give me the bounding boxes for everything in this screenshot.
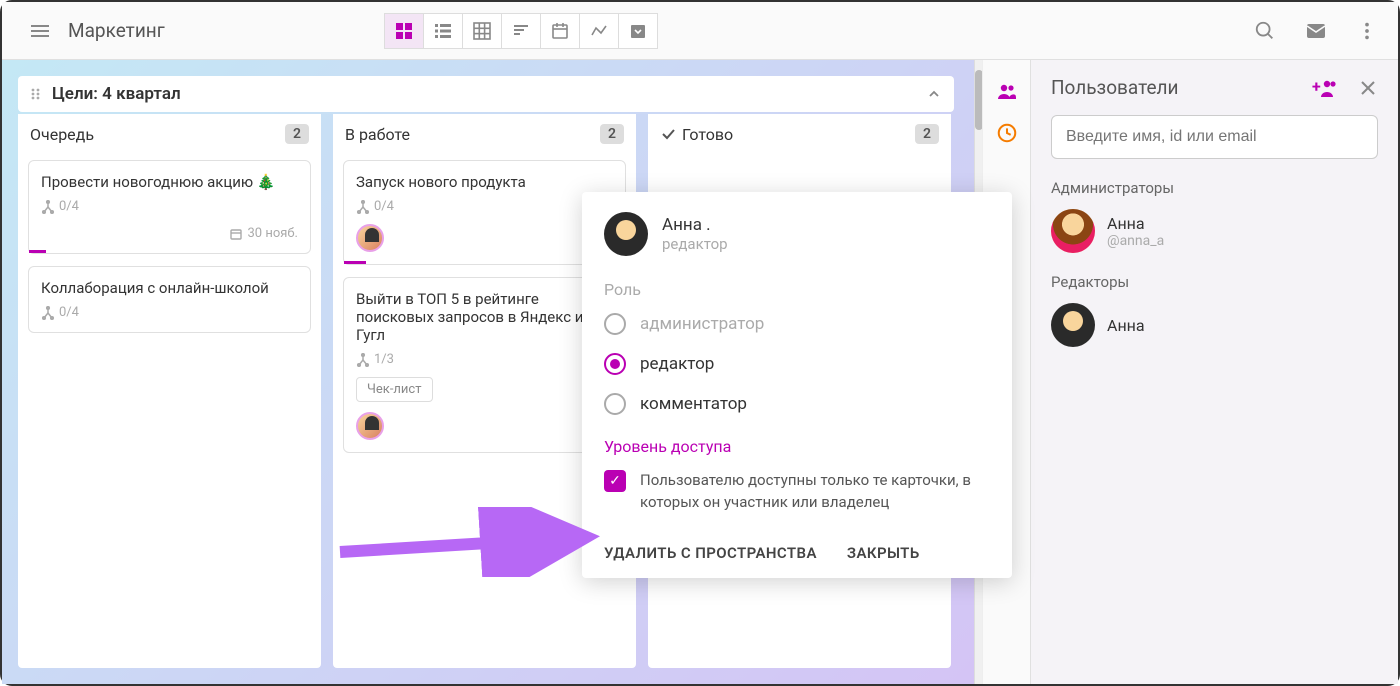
column-count: 2 [285,124,309,144]
role-option-editor[interactable]: редактор [604,353,990,375]
remove-from-space-button[interactable]: УДАЛИТЬ С ПРОСТРАНСТВА [604,544,817,562]
add-user-icon[interactable]: + [1312,78,1338,98]
more-icon[interactable] [1356,20,1378,42]
page-title: Маркетинг [68,19,165,42]
card-title: Провести новогоднюю акцию 🎄 [41,173,298,191]
mail-icon[interactable] [1304,19,1328,43]
column-count: 2 [600,124,624,144]
view-timeline-button[interactable] [579,13,619,49]
user-name: Анна [1107,214,1164,233]
collapse-icon[interactable] [926,86,942,102]
card-title: Выйти в ТОП 5 в рейтинге поисковых запро… [356,290,613,344]
avatar [1051,209,1095,253]
popup-user-role: редактор [662,235,728,253]
view-toolbar [385,13,658,49]
user-role-popup: Анна . редактор Роль администратор редакт… [582,192,1012,578]
subtask-count: 0/4 [41,199,298,214]
column-count: 2 [915,124,939,144]
subtask-count: 1/3 [356,352,613,367]
assignee-avatar [356,224,384,252]
subtask-count: 0/4 [356,199,613,214]
role-label: комментатор [640,394,747,414]
role-option-admin[interactable]: администратор [604,313,990,335]
avatar [1051,303,1095,347]
view-list-button[interactable] [423,13,463,49]
user-name: Анна [1107,316,1145,335]
card-title: Запуск нового продукта [356,173,613,191]
card-title: Коллаборация с онлайн-школой [41,279,298,297]
search-icon[interactable] [1254,20,1276,42]
kanban-card[interactable]: Коллаборация с онлайн-школой 0/4 [28,266,311,333]
checklist-tag: Чек-лист [356,377,433,402]
radio-icon [604,353,626,375]
admin-user-row[interactable]: Анна @anna_a [1051,209,1378,253]
svg-text:+: + [1312,78,1321,96]
section-title: Цели: 4 квартал [52,84,181,104]
admins-section-label: Администраторы [1051,179,1378,197]
column-title: В работе [345,125,410,144]
column-header[interactable]: Готово 2 [648,114,951,154]
close-icon[interactable] [1358,78,1378,98]
topbar-actions [1254,19,1378,43]
role-option-commenter[interactable]: комментатор [604,393,990,415]
column-title: Готово [682,125,733,144]
view-kanban-button[interactable] [384,13,424,49]
kanban-card[interactable]: Провести новогоднюю акцию 🎄 0/4 30 нояб. [28,160,311,254]
menu-icon[interactable] [22,13,58,49]
close-popup-button[interactable]: ЗАКРЫТЬ [847,544,920,562]
view-calendar-button[interactable] [540,13,580,49]
column-header[interactable]: Очередь 2 [18,114,321,154]
view-table-button[interactable] [462,13,502,49]
user-search-input[interactable] [1051,115,1378,159]
view-archive-button[interactable] [618,13,658,49]
progress-bar [29,250,46,253]
editor-user-row[interactable]: Анна [1051,303,1378,347]
due-date: 30 нояб. [41,226,298,241]
user-handle: @anna_a [1107,233,1164,249]
progress-bar [344,261,366,264]
avatar [604,212,648,256]
popup-user-name: Анна . [662,215,728,235]
role-label: Роль [604,280,990,299]
topbar: Маркетинг [2,2,1398,60]
users-rail-icon[interactable] [995,80,1019,104]
section-header[interactable]: Цели: 4 квартал [18,76,954,112]
column-header[interactable]: В работе 2 [333,114,636,154]
access-label: Уровень доступа [604,437,990,456]
radio-icon [604,393,626,415]
role-label: редактор [640,354,714,374]
users-sidebar: Пользователи + Администраторы Анна @anna… [1030,60,1398,684]
radio-icon [604,313,626,335]
clock-rail-icon[interactable] [996,122,1018,144]
view-sort-button[interactable] [501,13,541,49]
sidebar-title: Пользователи [1051,76,1179,99]
assignee-avatar [356,412,384,440]
role-label: администратор [640,314,764,334]
kanban-column: Очередь 2 Провести новогоднюю акцию 🎄 0/4 30… [18,114,321,668]
editors-section-label: Редакторы [1051,273,1378,291]
access-description: Пользователю доступны только те карточки… [640,470,990,514]
subtask-count: 0/4 [41,305,298,320]
access-checkbox[interactable]: ✓ [604,470,626,492]
column-title: Очередь [30,125,94,144]
